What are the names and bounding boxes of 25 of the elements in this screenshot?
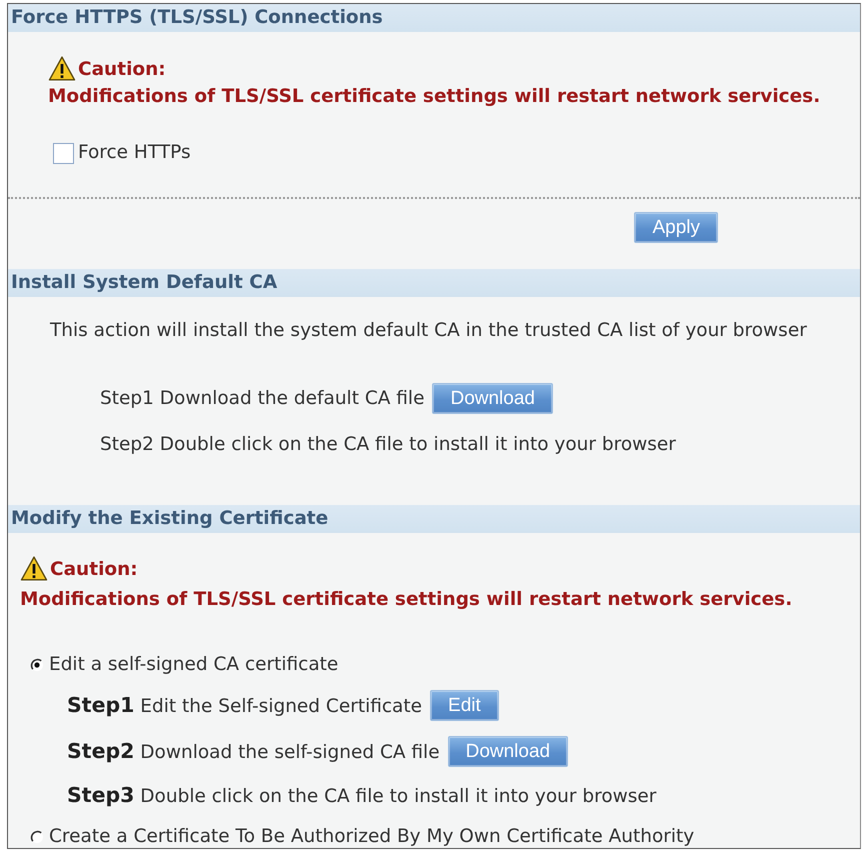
caution-message: Modifications of TLS/SSL certificate settings will restart network services. <box>20 589 794 611</box>
step-text: Step1 Edit the Self-signed Certificate <box>67 694 422 718</box>
caution-label: Caution: <box>78 59 166 81</box>
caution-label: Caution: <box>50 559 138 581</box>
download-button[interactable]: Download <box>432 383 553 414</box>
radio-label: Create a Certificate To Be Authorized By My Own Certificate Authority <box>49 826 694 848</box>
section-header: Modify the Existing Certificate <box>8 505 860 533</box>
radio-label: Edit a self-signed CA certificate <box>49 654 338 676</box>
download-button[interactable]: Download <box>448 736 568 767</box>
step-text: Step3 Double click on the CA file to install it into your browser <box>67 784 656 808</box>
apply-button[interactable]: Apply <box>634 212 718 243</box>
checkbox-label: Force HTTPs <box>78 142 191 164</box>
radio-button[interactable] <box>30 830 44 844</box>
caution-message: Modifications of TLS/SSL certificate settings will restart network services. <box>48 86 822 108</box>
warning-icon <box>20 556 48 581</box>
step-text: Step1 Download the default CA file <box>100 388 424 410</box>
warning-icon <box>48 56 76 81</box>
checkbox[interactable] <box>53 142 74 164</box>
section-header: Force HTTPS (TLS/SSL) Connections <box>8 4 860 32</box>
radio-button[interactable] <box>30 658 44 672</box>
edit-button[interactable]: Edit <box>430 690 499 721</box>
step-text: Step2 Download the self-signed CA file <box>67 740 440 764</box>
section-header: Install System Default CA <box>8 269 860 297</box>
description-text: This action will install the system default CA in the trusted CA list of your browser <box>50 320 808 342</box>
step-text: Step2 Double click on the CA file to install it into your browser <box>100 434 676 456</box>
